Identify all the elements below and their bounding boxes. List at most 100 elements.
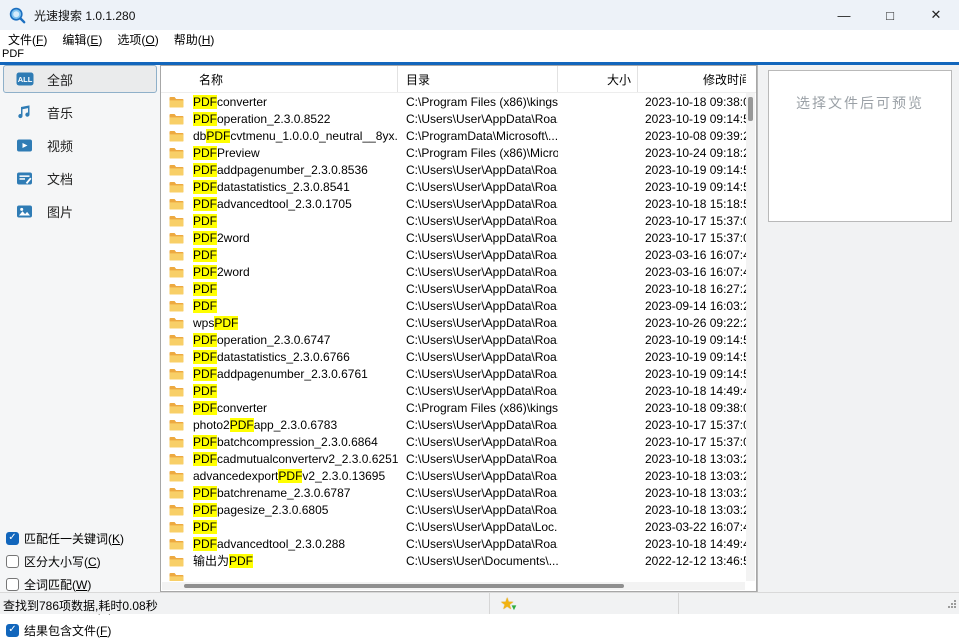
table-row[interactable]: PDFoperation_2.3.0.6747C:\Users\User\App… xyxy=(161,331,756,348)
sidebar-item-music[interactable]: 音乐 xyxy=(3,98,157,126)
vertical-scrollbar-thumb[interactable] xyxy=(748,97,753,121)
table-row[interactable]: PDFdatastatistics_2.3.0.8541C:\Users\Use… xyxy=(161,178,756,195)
folder-icon xyxy=(169,368,184,380)
table-row[interactable]: PDFconverterC:\Program Files (x86)\kings… xyxy=(161,93,756,110)
table-row[interactable]: wpsPDFC:\Users\User\AppData\Roa...2023-1… xyxy=(161,314,756,331)
folder-icon xyxy=(169,453,184,465)
column-header-size[interactable]: 大小 xyxy=(558,66,638,92)
option-label: 全词匹配(W) xyxy=(24,576,91,593)
checkbox-unchecked-icon[interactable]: ✓ xyxy=(6,578,19,591)
table-row[interactable]: PDFC:\Users\User\AppData\Roa...2023-09-1… xyxy=(161,297,756,314)
folder-icon xyxy=(169,113,184,125)
checkbox-checked-icon[interactable]: ✓ xyxy=(6,532,19,545)
cell-name: PDFaddpagenumber_2.3.0.6761 xyxy=(161,367,398,381)
sidebar-item-label: 全部 xyxy=(47,70,73,89)
menu-item-f[interactable]: 文件(F) xyxy=(8,31,47,48)
table-row[interactable]: PDFC:\Users\User\AppData\Roa...2023-03-1… xyxy=(161,246,756,263)
horizontal-scrollbar[interactable] xyxy=(162,582,745,590)
file-name: PDFadvancedtool_2.3.0.288 xyxy=(193,537,345,551)
cell-directory: C:\Users\User\AppData\Roa... xyxy=(398,418,558,432)
table-row[interactable]: dbPDFcvtmenu_1.0.0.0_neutral__8yx...C:\P… xyxy=(161,127,756,144)
table-row[interactable]: PDFdatastatistics_2.3.0.6766C:\Users\Use… xyxy=(161,348,756,365)
table-body: PDFconverterC:\Program Files (x86)\kings… xyxy=(161,93,756,581)
table-row[interactable]: PDFpagesize_2.3.0.6805C:\Users\User\AppD… xyxy=(161,501,756,518)
file-name: PDFPreview xyxy=(193,146,260,160)
table-row[interactable]: PDFC:\Users\User\AppData\Roa...2023-10-1… xyxy=(161,280,756,297)
file-name: PDFdatastatistics_2.3.0.6766 xyxy=(193,350,350,364)
table-row[interactable]: PDFbatchrename_2.3.0.6787C:\Users\User\A… xyxy=(161,484,756,501)
folder-icon xyxy=(169,504,184,516)
table-row[interactable]: PDFoperation_2.3.0.8522C:\Users\User\App… xyxy=(161,110,756,127)
option-label: 区分大小写(C) xyxy=(24,553,101,570)
table-row[interactable]: photo2PDFapp_2.3.0.6783C:\Users\User\App… xyxy=(161,416,756,433)
table-row[interactable]: PDFC:\Users\User\AppData\Roa...2023-10-1… xyxy=(161,382,756,399)
app-logo-magnifier-icon xyxy=(9,7,26,24)
menu-item-e[interactable]: 编辑(E) xyxy=(62,31,102,48)
table-row[interactable]: PDFadvancedtool_2.3.0.288C:\Users\User\A… xyxy=(161,535,756,552)
keyword-highlight: PDF xyxy=(193,197,217,211)
option-f[interactable]: ✓结果包含文件(F) xyxy=(6,623,124,637)
checkbox-checked-icon[interactable]: ✓ xyxy=(6,624,19,637)
column-header-directory[interactable]: 目录 xyxy=(398,66,558,92)
favorite-star-icon[interactable]: ★ ▼ xyxy=(500,594,520,614)
vertical-scrollbar[interactable] xyxy=(746,93,755,581)
keyword-highlight: PDF xyxy=(230,418,254,432)
menu-item-o[interactable]: 选项(O) xyxy=(117,31,158,48)
menu-item-h[interactable]: 帮助(H) xyxy=(174,31,215,48)
keyword-highlight: PDF xyxy=(193,248,217,262)
maximize-button[interactable]: □ xyxy=(867,0,913,30)
close-button[interactable]: ✕ xyxy=(913,0,959,30)
sidebar-item-all[interactable]: ALL全部 xyxy=(3,65,157,93)
sidebar-item-docs[interactable]: 文档 xyxy=(3,164,157,192)
keyword-highlight: PDF xyxy=(193,180,217,194)
table-row[interactable]: PDFconverterC:\Program Files (x86)\kings… xyxy=(161,399,756,416)
table-row[interactable]: PDFaddpagenumber_2.3.0.6761C:\Users\User… xyxy=(161,365,756,382)
table-row[interactable]: PDFcadmutualconverterv2_2.3.0.6251C:\Use… xyxy=(161,450,756,467)
folder-icon xyxy=(169,215,184,227)
cell-modified: 2023-10-26 09:22:2 xyxy=(638,316,756,330)
table-row[interactable]: PDFC:\Users\User\AppData\Roa...2023-10-1… xyxy=(161,212,756,229)
table-row[interactable]: PDFC:\Users\User\AppData\Loc...2023-03-2… xyxy=(161,518,756,535)
search-input[interactable]: PDF xyxy=(0,48,959,65)
sidebar-item-video[interactable]: 视频 xyxy=(3,131,157,159)
sidebar-item-label: 视频 xyxy=(47,136,73,155)
video-icon xyxy=(16,137,36,153)
option-w[interactable]: ✓ 全词匹配(W) xyxy=(6,577,124,591)
cell-name: PDFadvancedtool_2.3.0.1705 xyxy=(161,197,398,211)
file-name: PDF2word xyxy=(193,265,250,279)
option-k[interactable]: ✓匹配任一关键词(K) xyxy=(6,531,124,545)
table-row[interactable]: 输出为PDFC:\Users\User\Documents\...2022-12… xyxy=(161,552,756,569)
table-row[interactable]: PDF2wordC:\Users\User\AppData\Roa...2023… xyxy=(161,229,756,246)
checkbox-unchecked-icon[interactable]: ✓ xyxy=(6,555,19,568)
cell-name: PDFPreview xyxy=(161,146,398,160)
minimize-button[interactable]: — xyxy=(821,0,867,30)
cell-name: PDF xyxy=(161,248,398,262)
sidebar-item-images[interactable]: 图片 xyxy=(3,197,157,225)
cell-modified: 2023-10-18 14:49:4 xyxy=(638,537,756,551)
folder-icon xyxy=(169,249,184,261)
horizontal-scrollbar-thumb[interactable] xyxy=(184,584,624,588)
column-header-modified[interactable]: 修改时间 xyxy=(638,66,746,92)
cell-name: PDFoperation_2.3.0.8522 xyxy=(161,112,398,126)
table-row[interactable]: PDFPreview C:\Program Files (x86)\Micro..… xyxy=(161,144,756,161)
column-header-name[interactable]: 名称 xyxy=(161,66,398,92)
keyword-highlight: PDF xyxy=(193,435,217,449)
table-row[interactable]: PDFbatchcompression_2.3.0.6864C:\Users\U… xyxy=(161,433,756,450)
title-bar: 光速搜索 1.0.1.280 — □ ✕ xyxy=(0,0,959,30)
table-row[interactable]: PDF2wordC:\Users\User\AppData\Roa...2023… xyxy=(161,263,756,280)
option-c[interactable]: ✓ 区分大小写(C) xyxy=(6,554,124,568)
cell-directory: C:\Program Files (x86)\Micro... xyxy=(398,146,558,160)
table-row[interactable]: advancedexportPDFv2_2.3.0.13695C:\Users\… xyxy=(161,467,756,484)
table-row[interactable]: PDFaddpagenumber_2.3.0.8536C:\Users\User… xyxy=(161,161,756,178)
file-name: PDFconverter xyxy=(193,95,267,109)
cell-directory: C:\ProgramData\Microsoft\... xyxy=(398,129,558,143)
file-name: PDF xyxy=(193,248,217,262)
file-name: PDF xyxy=(193,214,217,228)
keyword-highlight: PDF xyxy=(193,282,217,296)
resize-grip[interactable] xyxy=(947,598,957,612)
cell-name: PDFcadmutualconverterv2_2.3.0.6251 xyxy=(161,452,398,466)
file-name: PDF xyxy=(193,520,217,534)
table-row[interactable]: PDFadvancedtool_2.3.0.1705C:\Users\User\… xyxy=(161,195,756,212)
table-row[interactable] xyxy=(161,569,756,581)
file-name: PDFconverter xyxy=(193,401,267,415)
